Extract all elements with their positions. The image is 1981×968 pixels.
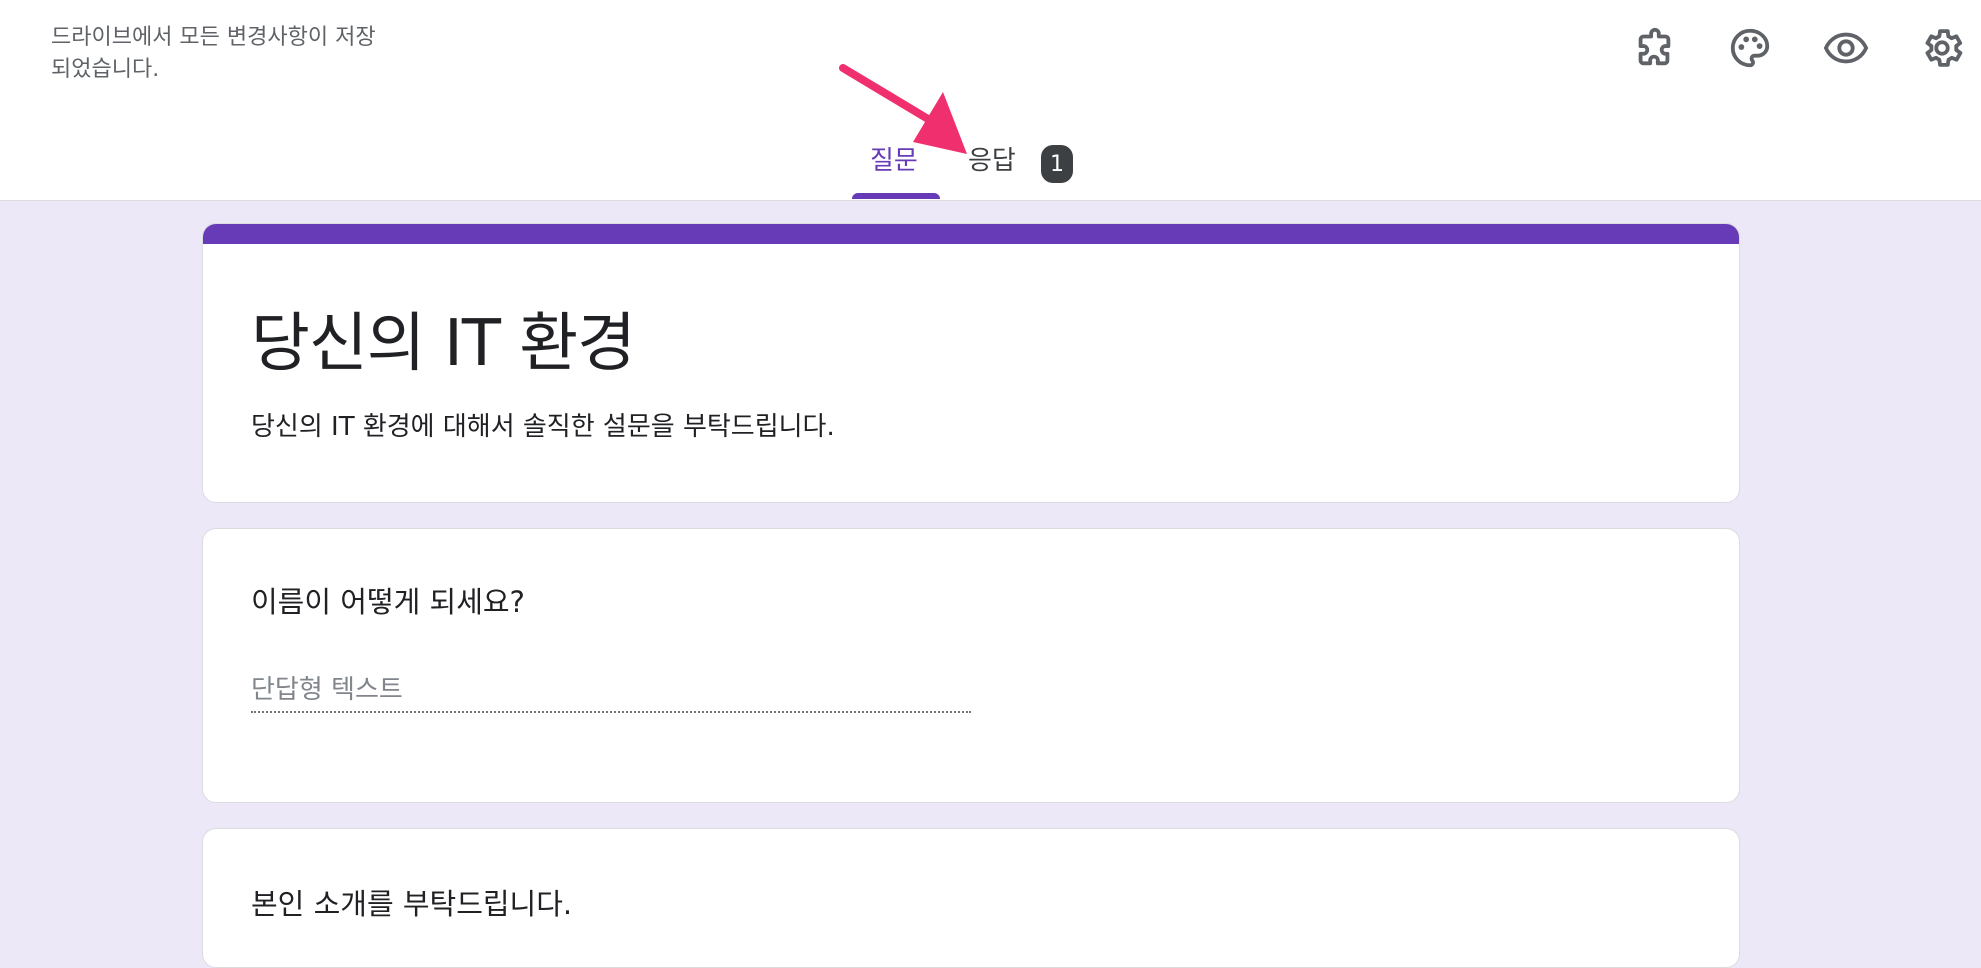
- tab-responses[interactable]: 응답: [968, 140, 1016, 177]
- puzzle-icon: [1638, 27, 1671, 66]
- customize-theme-button[interactable]: [1722, 20, 1778, 76]
- question-card[interactable]: 이름이 어떻게 되세요? 단답형 텍스트: [202, 528, 1740, 803]
- active-tab-indicator: [852, 193, 940, 199]
- question-card[interactable]: 본인 소개를 부탁드립니다.: [202, 828, 1740, 968]
- save-status-text: 드라이브에서 모든 변경사항이 저장되었습니다.: [51, 25, 376, 82]
- tab-questions[interactable]: 질문: [870, 140, 918, 177]
- header-bar: 드라이브에서 모든 변경사항이 저장되었습니다. 질문 응답 1: [0, 0, 1981, 201]
- preview-button[interactable]: [1818, 20, 1874, 76]
- short-answer-placeholder: 단답형 텍스트: [251, 669, 971, 713]
- responses-count-badge: 1: [1041, 145, 1073, 183]
- eye-icon: [1823, 32, 1869, 64]
- tab-bar: 질문 응답: [0, 140, 1981, 200]
- title-card-accent-bar: [203, 224, 1739, 244]
- settings-button[interactable]: [1914, 20, 1970, 76]
- form-title-card[interactable]: 당신의 IT 환경 당신의 IT 환경에 대해서 솔직한 설문을 부탁드립니다.: [202, 223, 1740, 503]
- form-title[interactable]: 당신의 IT 환경: [251, 292, 636, 384]
- question-title[interactable]: 이름이 어떻게 되세요?: [251, 579, 525, 621]
- question-title[interactable]: 본인 소개를 부탁드립니다.: [251, 881, 572, 923]
- palette-icon: [1730, 28, 1770, 68]
- gear-icon: [1925, 29, 1963, 67]
- add-ons-button[interactable]: [1626, 20, 1682, 76]
- form-description[interactable]: 당신의 IT 환경에 대해서 솔직한 설문을 부탁드립니다.: [251, 406, 835, 443]
